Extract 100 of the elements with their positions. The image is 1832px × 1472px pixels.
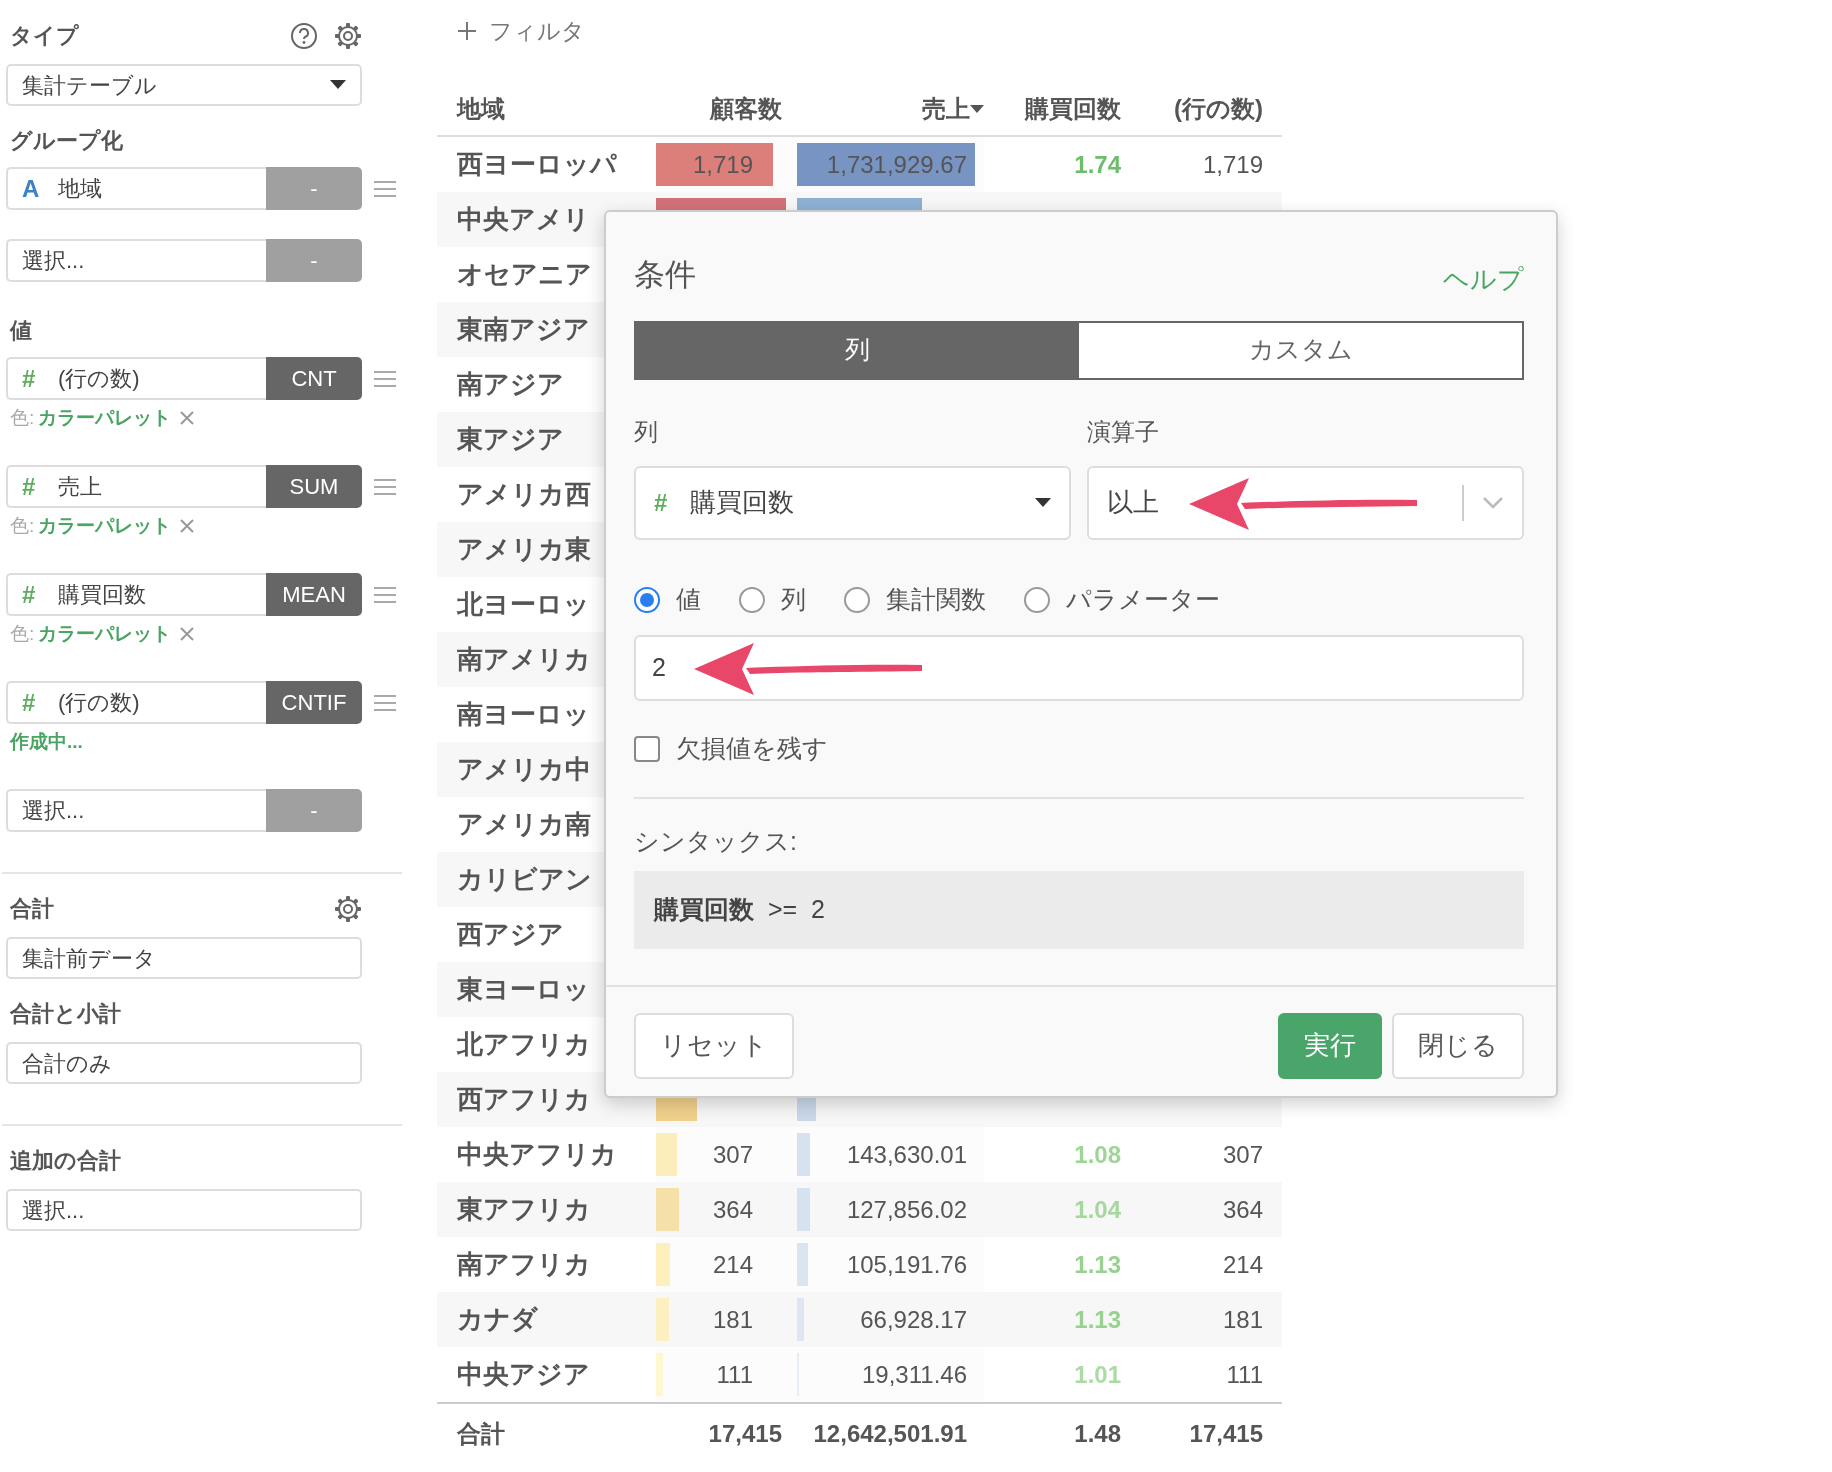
table-cell-text: 1,719 [1202, 149, 1263, 180]
status-text: 作成中... [10, 729, 83, 754]
table-cell-text: 1.01 [1074, 1359, 1121, 1390]
row-label: カリビアン [456, 863, 592, 896]
sorted-column-header[interactable]: 売上 [922, 91, 970, 127]
field-select[interactable]: 選択... [6, 789, 266, 832]
row-label: 北ヨーロッ [455, 588, 590, 621]
table-cell-text: 214 [1222, 1249, 1263, 1280]
table-cell-text: 307 [1222, 1139, 1263, 1170]
syntax-preview: 購買回数 >= 2 [634, 870, 1524, 949]
aggregation-button[interactable]: SUM [266, 465, 362, 508]
table-cell-text: 1.13 [1074, 1304, 1121, 1335]
table-cell-text: 127,856.02 [846, 1194, 967, 1225]
table-cell-text: 1.13 [1074, 1249, 1121, 1280]
drag-handle-icon[interactable] [374, 368, 396, 389]
column-header[interactable]: 顧客数 [710, 91, 782, 127]
dialog-button[interactable]: リセット [634, 1012, 794, 1079]
tab[interactable]: カスタム [1079, 322, 1522, 378]
radio-button[interactable] [739, 586, 765, 613]
row-label: 東アジア [456, 423, 564, 456]
chevron-down-icon[interactable] [1482, 495, 1504, 510]
aggregation-button[interactable]: CNTIF [266, 681, 362, 724]
radio-button[interactable] [844, 586, 870, 613]
section-title: 値 [10, 317, 32, 345]
column-dropdown[interactable]: # 購買回数 [634, 465, 1071, 540]
row-label: アメリカ東 [456, 533, 591, 566]
field-chip[interactable]: # (行の数) [6, 681, 266, 724]
color-label: 色: [10, 405, 35, 430]
select-field[interactable]: 選択... [6, 1189, 362, 1231]
row-label: オセアニア [456, 258, 592, 291]
type-icon: A [22, 170, 58, 207]
drag-handle-icon[interactable] [374, 584, 396, 605]
row-label: アメリカ南 [456, 808, 591, 841]
dropdown-caret-icon [1035, 497, 1051, 508]
column-header[interactable]: 購買回数 [1025, 91, 1121, 127]
checkbox[interactable] [634, 735, 660, 762]
radio-button[interactable] [634, 586, 660, 613]
row-label: アメリカ西 [456, 478, 591, 511]
select-field[interactable]: 合計のみ [6, 1042, 362, 1084]
row-label: 南アメリカ [456, 643, 591, 676]
table-cell-text: 1.04 [1074, 1194, 1121, 1225]
field-label: 列 [634, 417, 658, 445]
row-label: 西ヨーロッパ [456, 148, 617, 181]
separator-line [1462, 484, 1464, 521]
table-cell-text: 1,731,929.67 [826, 149, 967, 180]
drag-handle-icon[interactable] [374, 692, 396, 713]
section-title: 合計 [10, 895, 54, 923]
remove-icon[interactable] [179, 410, 196, 426]
column-header[interactable]: (行の数) [1174, 91, 1263, 127]
aggregation-button[interactable]: MEAN [266, 573, 362, 616]
tab[interactable]: 列 [636, 322, 1079, 378]
add-filter-button[interactable]: フィルタ [457, 14, 585, 49]
row-label: 東ヨーロッ [456, 973, 590, 1006]
field-chip[interactable]: # (行の数) [6, 357, 266, 400]
remove-icon[interactable] [179, 518, 196, 534]
table-cell-text: 143,630.01 [846, 1139, 967, 1170]
type-icon: # [654, 484, 690, 521]
sort-caret-icon[interactable] [970, 104, 984, 114]
table-cell-text: 1.08 [1074, 1139, 1121, 1170]
type-icon: # [22, 468, 58, 505]
table-cell-text: 214 [712, 1249, 753, 1280]
section-title: タイプ [10, 22, 79, 50]
table-cell-text: 66,928.17 [860, 1304, 967, 1335]
total-cell-text: 12,642,501.91 [813, 1419, 967, 1449]
field-chip[interactable]: # 売上 [6, 465, 266, 508]
table-cell-text: 364 [1222, 1194, 1263, 1225]
table-cell-text: 111 [716, 1359, 753, 1390]
field-chip[interactable]: A 地域 [6, 167, 266, 210]
plus-icon [457, 21, 477, 42]
row-label: 中央アジア [456, 1358, 590, 1391]
row-label: 中央アメリ [456, 203, 590, 236]
type-icon: # [22, 360, 58, 397]
table-cell-text: 181 [712, 1304, 753, 1335]
settings-icon[interactable] [334, 895, 362, 923]
field-select[interactable]: 選択... [6, 239, 266, 282]
column-header[interactable]: 地域 [457, 91, 505, 127]
row-label: アメリカ中 [456, 753, 591, 786]
dialog-button[interactable]: 閉じる [1392, 1012, 1524, 1079]
help-icon[interactable] [290, 22, 318, 50]
row-label: 中央アフリカ [456, 1138, 617, 1171]
total-cell-text: 17,415 [1189, 1419, 1263, 1449]
field-label: 演算子 [1087, 417, 1159, 445]
drag-handle-icon[interactable] [374, 178, 396, 199]
operator-dropdown[interactable]: 以上 [1087, 465, 1524, 540]
section-title: グループ化 [10, 127, 123, 155]
dropdown[interactable]: 集計テーブル [6, 64, 362, 106]
table-cell-text: 307 [712, 1139, 753, 1170]
radio-label: パラメーター [1066, 583, 1220, 615]
type-icon: # [22, 684, 58, 721]
row-label: 南アフリカ [456, 1248, 591, 1281]
row-label: 北アフリカ [455, 1028, 591, 1061]
drag-handle-icon[interactable] [374, 476, 396, 497]
syntax-label: シンタックス: [634, 826, 797, 855]
aggregation-button[interactable]: CNT [266, 357, 362, 400]
radio-button[interactable] [1024, 586, 1050, 613]
field-chip[interactable]: # 購買回数 [6, 573, 266, 616]
settings-icon[interactable] [334, 22, 362, 50]
remove-icon[interactable] [179, 626, 196, 642]
select-field[interactable]: 集計前データ [6, 937, 362, 979]
value-input[interactable]: 2 [634, 634, 1524, 701]
